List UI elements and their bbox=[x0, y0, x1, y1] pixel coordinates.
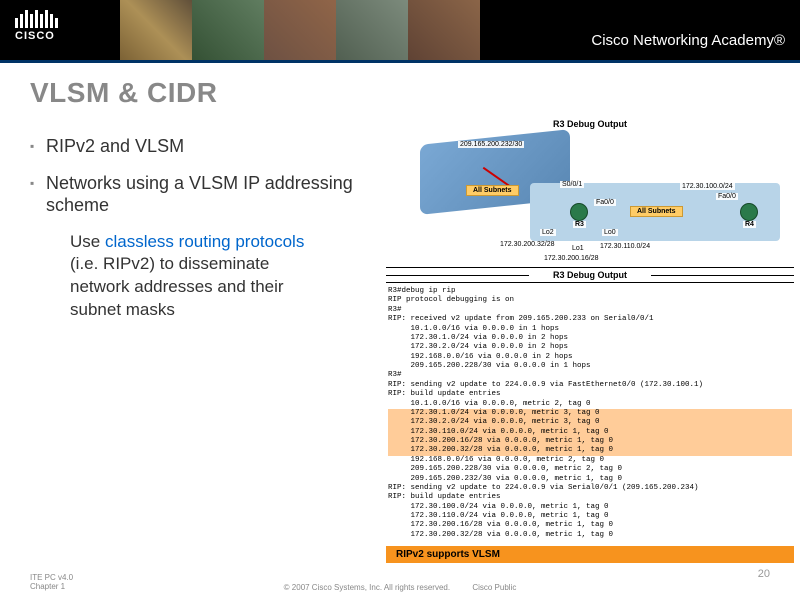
t-h1: 172.30.1.0/24 via 0.0.0.0, metric 3, tag… bbox=[388, 409, 792, 418]
left-column: RIPv2 and VLSM Networks using a VLSM IP … bbox=[0, 117, 380, 563]
lo2-label: Lo2 bbox=[540, 229, 556, 236]
t-l10: R3# bbox=[388, 371, 402, 379]
header-divider bbox=[0, 60, 800, 63]
academy-text: Cisco Networking Academy® bbox=[591, 32, 785, 49]
lo0-label: Lo0 bbox=[602, 229, 618, 236]
t-l18: RIP: build update entries bbox=[388, 493, 501, 501]
sub-pre: Use bbox=[70, 232, 105, 251]
t-l5: 10.1.0.0/16 via 0.0.0.0 in 1 hops bbox=[388, 325, 559, 333]
t-l19: 172.30.100.0/24 via 0.0.0.0, metric 1, t… bbox=[388, 503, 609, 511]
page-number: 20 bbox=[758, 568, 770, 580]
t-l22: 172.30.200.32/28 via 0.0.0.0, metric 1, … bbox=[388, 531, 613, 539]
t-h2: 172.30.2.0/24 via 0.0.0.0, metric 3, tag… bbox=[388, 418, 792, 427]
lo1-label: Lo1 bbox=[570, 245, 586, 252]
footer-center: © 2007 Cisco Systems, Inc. All rights re… bbox=[0, 583, 800, 592]
t-l8: 192.168.0.0/16 via 0.0.0.0 in 2 hops bbox=[388, 353, 573, 361]
classless-link: classless routing protocols bbox=[105, 232, 304, 251]
t-l14: 192.168.0.0/16 via 0.0.0.0, metric 2, ta… bbox=[388, 456, 604, 464]
terminal-output: R3#debug ip rip RIP protocol debugging i… bbox=[380, 283, 800, 544]
terminal-header: R3 Debug Output bbox=[386, 267, 794, 283]
t-h4: 172.30.200.16/28 via 0.0.0.0, metric 1, … bbox=[388, 437, 792, 446]
sub-post: (i.e. RIPv2) to disseminate network addr… bbox=[70, 254, 284, 319]
diagram-title: R3 Debug Output bbox=[380, 119, 800, 129]
net4-label: 172.30.110.0/24 bbox=[598, 243, 652, 250]
t-l1: R3#debug ip rip bbox=[388, 287, 456, 295]
r3-label: R3 bbox=[573, 221, 586, 228]
t-l11: RIP: sending v2 update to 224.0.0.9 via … bbox=[388, 381, 703, 389]
rip-support-tag: RIPv2 supports VLSM bbox=[386, 546, 794, 563]
s001-label: S0/0/1 bbox=[560, 181, 584, 188]
t-l16: 209.165.200.232/30 via 0.0.0.0, metric 1… bbox=[388, 475, 622, 483]
router-r3-icon bbox=[570, 203, 588, 221]
right-column: R3 Debug Output All Subnets All Subnets … bbox=[380, 117, 800, 563]
cisco-logo: CISCO bbox=[15, 10, 58, 42]
terminal-panel: R3 Debug Output R3#debug ip rip RIP prot… bbox=[380, 267, 800, 563]
r4-label: R4 bbox=[743, 221, 756, 228]
router-r4-icon bbox=[740, 203, 758, 221]
all-subnets-badge-1: All Subnets bbox=[466, 185, 519, 196]
t-h3: 172.30.110.0/24 via 0.0.0.0, metric 1, t… bbox=[388, 428, 792, 437]
t-l9: 209.165.200.228/30 via 0.0.0.0 in 1 hops bbox=[388, 362, 591, 370]
t-l12: RIP: build update entries bbox=[388, 390, 501, 398]
t-l15: 209.165.200.228/30 via 0.0.0.0, metric 2… bbox=[388, 465, 622, 473]
footer-public: Cisco Public bbox=[472, 583, 516, 592]
all-subnets-badge-2: All Subnets bbox=[630, 206, 683, 217]
net1-label: 172.30.100.0/24 bbox=[680, 183, 735, 190]
header-photo-strip bbox=[120, 0, 480, 60]
footer-copy: © 2007 Cisco Systems, Inc. All rights re… bbox=[284, 583, 450, 592]
t-l2: RIP protocol debugging is on bbox=[388, 296, 514, 304]
net2-label: 172.30.200.32/28 bbox=[498, 241, 557, 248]
bullet-2: Networks using a VLSM IP addressing sche… bbox=[30, 172, 370, 217]
t-l21: 172.30.200.16/28 via 0.0.0.0, metric 1, … bbox=[388, 521, 613, 529]
t-h5: 172.30.200.32/28 via 0.0.0.0, metric 1, … bbox=[388, 446, 792, 455]
t-l7: 172.30.2.0/24 via 0.0.0.0 in 2 hops bbox=[388, 343, 568, 351]
t-l20: 172.30.110.0/24 via 0.0.0.0, metric 1, t… bbox=[388, 512, 609, 520]
slide-footer: ITE PC v4.0 Chapter 1 © 2007 Cisco Syste… bbox=[0, 570, 800, 600]
fa00-label-a: Fa0/0 bbox=[594, 199, 616, 206]
t-l17: RIP: sending v2 update to 224.0.0.9 via … bbox=[388, 484, 699, 492]
t-l6: 172.30.1.0/24 via 0.0.0.0 in 2 hops bbox=[388, 334, 568, 342]
bullet-1: RIPv2 and VLSM bbox=[30, 135, 370, 158]
footer-ite: ITE PC v4.0 bbox=[30, 573, 73, 582]
slide-content: RIPv2 and VLSM Networks using a VLSM IP … bbox=[0, 117, 800, 563]
t-l3: R3# bbox=[388, 306, 402, 314]
sub-bullet: Use classless routing protocols (i.e. RI… bbox=[70, 231, 310, 323]
slide-header: CISCO Cisco Networking Academy® bbox=[0, 0, 800, 60]
network-diagram: All Subnets All Subnets 209.165.200.232/… bbox=[380, 133, 800, 263]
t-l4: RIP: received v2 update from 209.165.200… bbox=[388, 315, 654, 323]
wan-net-label: 209.165.200.232/30 bbox=[458, 141, 524, 148]
brand-text: CISCO bbox=[15, 30, 58, 42]
fa00-label-b: Fa0/0 bbox=[716, 193, 738, 200]
net3-label: 172.30.200.16/28 bbox=[542, 255, 601, 262]
slide-title: VLSM & CIDR bbox=[30, 77, 800, 109]
t-l13: 10.1.0.0/16 via 0.0.0.0, metric 2, tag 0 bbox=[388, 400, 591, 408]
